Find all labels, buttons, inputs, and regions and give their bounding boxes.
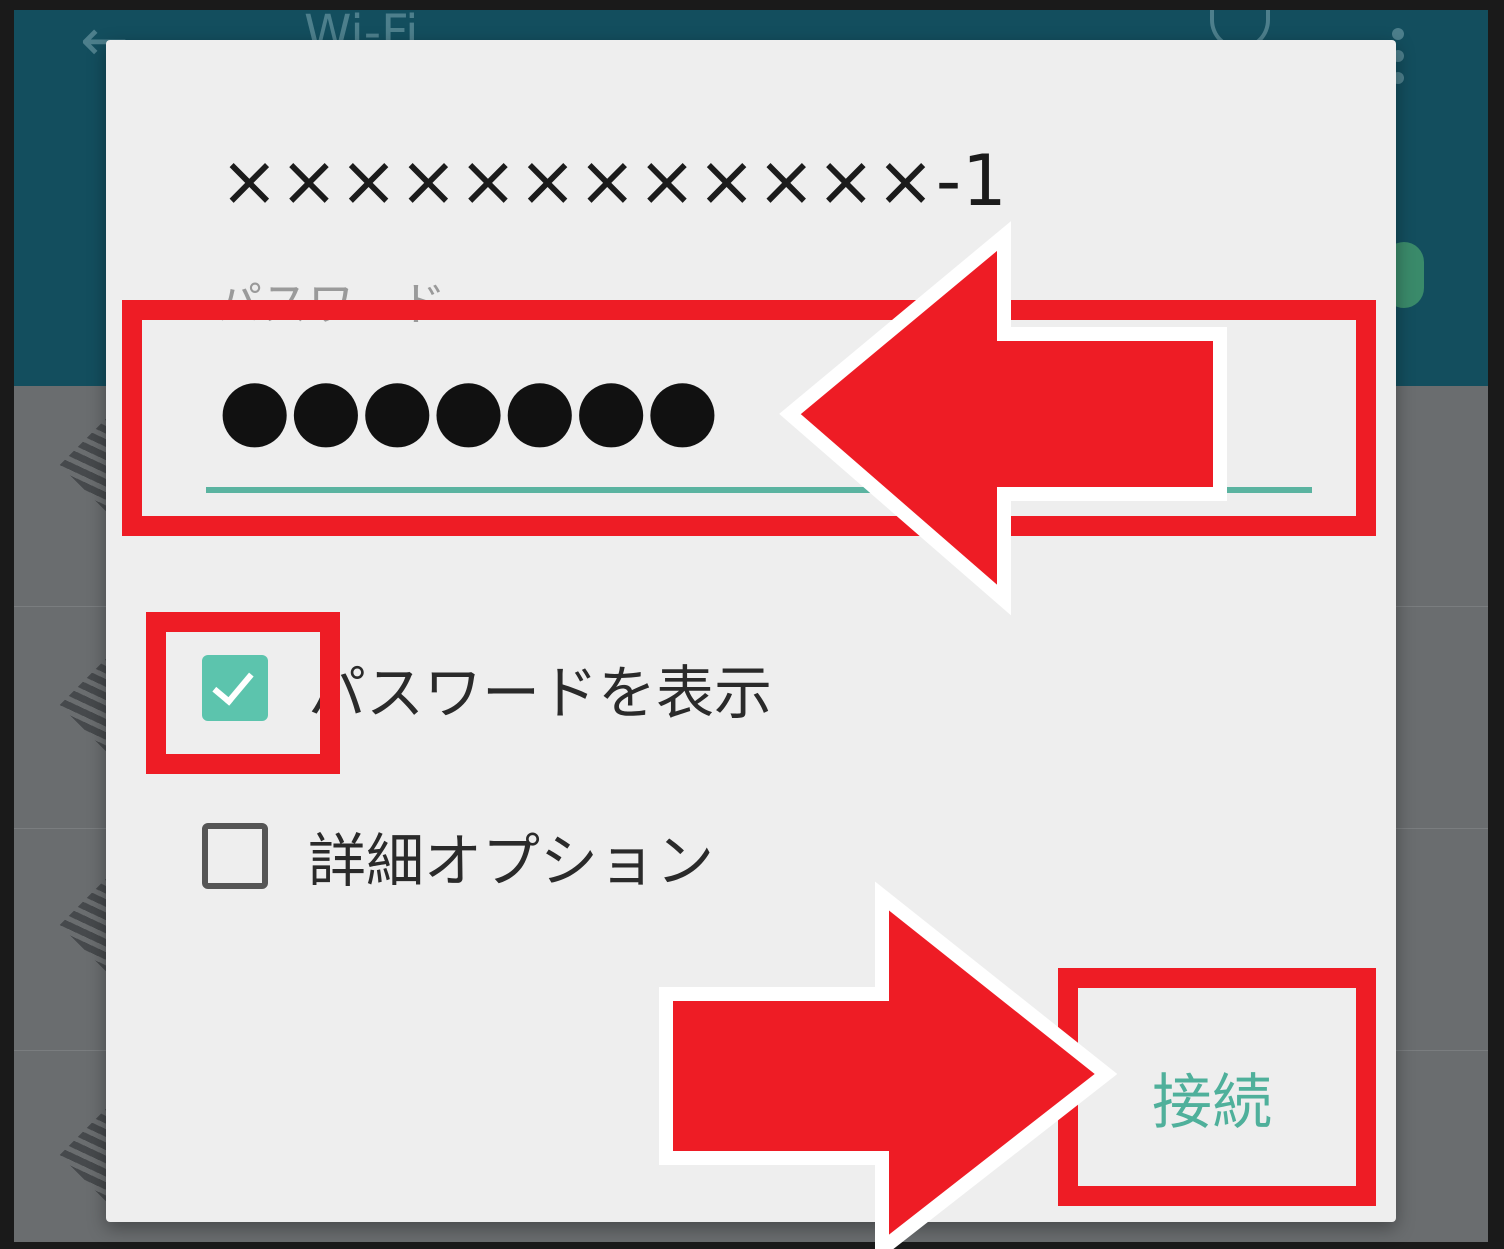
arrow-left-annotation-icon (779, 221, 1227, 616)
arrow-right-annotation-icon (659, 881, 1118, 1249)
annotation-arrows (659, 221, 1227, 1249)
